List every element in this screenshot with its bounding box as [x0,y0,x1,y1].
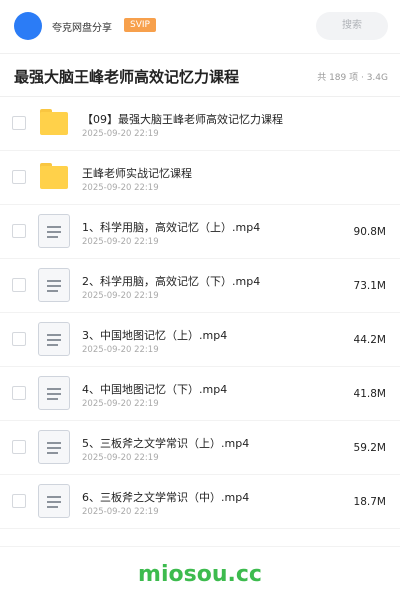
list-item[interactable]: 4、中国地图记忆（下）.mp4 2025-09-20 22:19 41.8M [0,367,400,421]
item-name[interactable]: 1、科学用脑，高效记忆（上）.mp4 [82,219,260,235]
list-item[interactable]: 1、科学用脑，高效记忆（上）.mp4 2025-09-20 22:19 90.8… [0,205,400,259]
item-name[interactable]: 王峰老师实战记忆课程 [82,165,192,181]
select-checkbox[interactable] [12,332,26,346]
select-checkbox[interactable] [12,494,26,508]
video-file-icon [38,376,70,410]
video-file-icon [38,268,70,302]
list-item[interactable]: 3、中国地图记忆（上）.mp4 2025-09-20 22:19 44.2M [0,313,400,367]
svip-badge[interactable]: SVIP [124,18,156,32]
item-date: 2025-09-20 22:19 [82,399,159,409]
item-date: 2025-09-20 22:19 [82,291,159,301]
item-name[interactable]: 5、三板斧之文学常识（上）.mp4 [82,435,249,451]
item-date: 2025-09-20 22:19 [82,129,159,139]
item-date: 2025-09-20 22:19 [82,453,159,463]
select-checkbox[interactable] [12,386,26,400]
item-date: 2025-09-20 22:19 [82,183,159,193]
app-header: 夸克网盘分享 SVIP 搜索 [0,0,400,52]
item-size: 44.2M [353,334,386,346]
list-item[interactable]: 5、三板斧之文学常识（上）.mp4 2025-09-20 22:19 59.2M [0,421,400,475]
select-checkbox[interactable] [12,170,26,184]
site-watermark: miosou.cc [138,562,262,587]
video-file-icon [38,322,70,356]
brand-name: 夸克网盘分享 [52,23,112,34]
folder-icon [40,163,68,189]
item-size: 73.1M [353,280,386,292]
select-checkbox[interactable] [12,224,26,238]
select-checkbox[interactable] [12,278,26,292]
page-title: 最强大脑王峰老师高效记忆力课程 [14,68,240,86]
file-list: 【09】最强大脑王峰老师高效记忆力课程 2025-09-20 22:19 王峰老… [0,97,400,529]
item-name[interactable]: 2、科学用脑，高效记忆（下）.mp4 [82,273,260,289]
item-size: 18.7M [353,496,386,508]
search-input[interactable]: 搜索 [316,12,388,40]
item-date: 2025-09-20 22:19 [82,507,159,517]
item-name[interactable]: 3、中国地图记忆（上）.mp4 [82,327,227,343]
folder-meta: 共 189 项 · 3.4G [317,73,388,83]
item-name[interactable]: 6、三板斧之文学常识（中）.mp4 [82,489,249,505]
select-checkbox[interactable] [12,440,26,454]
item-name[interactable]: 【09】最强大脑王峰老师高效记忆力课程 [82,111,283,127]
header-divider [0,53,400,54]
item-date: 2025-09-20 22:19 [82,237,159,247]
select-checkbox[interactable] [12,116,26,130]
item-date: 2025-09-20 22:19 [82,345,159,355]
item-size: 59.2M [353,442,386,454]
app-logo-icon[interactable] [14,12,42,40]
footer-divider [0,546,400,547]
video-file-icon [38,430,70,464]
item-name[interactable]: 4、中国地图记忆（下）.mp4 [82,381,227,397]
video-file-icon [38,484,70,518]
video-file-icon [38,214,70,248]
item-size: 90.8M [353,226,386,238]
folder-title-bar: 最强大脑王峰老师高效记忆力课程 共 189 项 · 3.4G [0,56,400,96]
list-item[interactable]: 王峰老师实战记忆课程 2025-09-20 22:19 [0,151,400,205]
folder-icon [40,109,68,135]
item-size: 41.8M [353,388,386,400]
list-item[interactable]: 【09】最强大脑王峰老师高效记忆力课程 2025-09-20 22:19 [0,97,400,151]
list-item[interactable]: 2、科学用脑，高效记忆（下）.mp4 2025-09-20 22:19 73.1… [0,259,400,313]
list-item[interactable]: 6、三板斧之文学常识（中）.mp4 2025-09-20 22:19 18.7M [0,475,400,529]
